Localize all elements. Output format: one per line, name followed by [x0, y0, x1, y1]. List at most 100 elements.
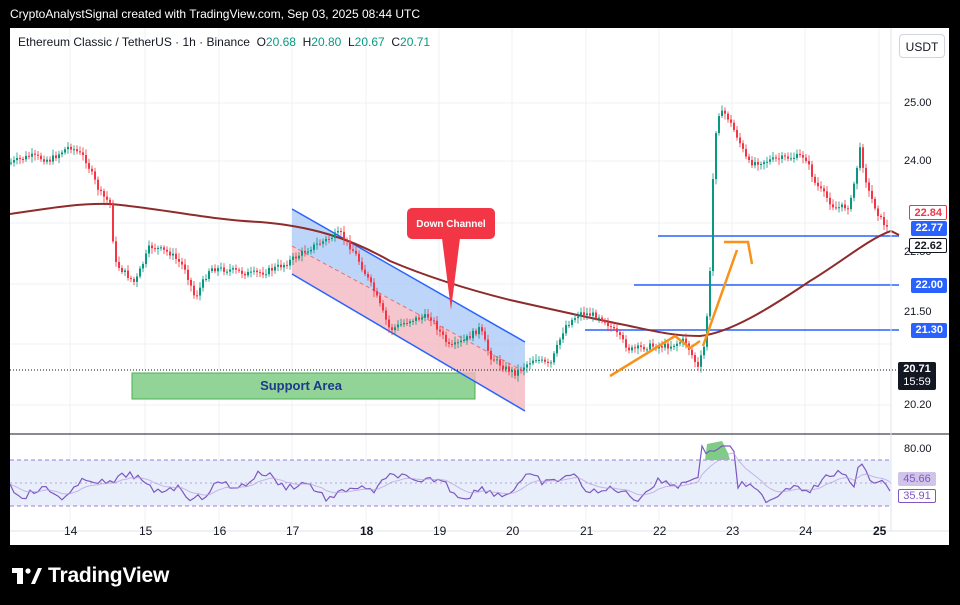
candle-body [226, 271, 228, 273]
candle-body [676, 343, 678, 346]
candle-body [448, 342, 450, 344]
candle-body [127, 270, 129, 278]
candle-body [256, 270, 258, 273]
candle-body [184, 264, 186, 270]
candle-body [514, 369, 516, 376]
candle-body [322, 241, 324, 244]
candle-body [319, 243, 321, 245]
candle-body [583, 312, 585, 316]
candle-body [430, 317, 432, 321]
candle-body [412, 320, 414, 322]
time-tick: 23 [726, 524, 740, 538]
candle-body [304, 250, 306, 253]
candle-body [307, 251, 309, 253]
candle-body [598, 317, 600, 319]
candle-body [325, 238, 327, 242]
support-area-label: Support Area [260, 378, 343, 393]
candle-body [679, 342, 681, 344]
candle-body [463, 339, 465, 341]
candle-body [499, 359, 501, 366]
time-tick: 24 [799, 524, 813, 538]
candle-body [544, 359, 546, 362]
candle-body [487, 339, 489, 351]
candle-body [247, 271, 249, 276]
tradingview-footer[interactable]: TradingView [12, 563, 169, 589]
candle-body [736, 129, 738, 138]
candle-body [229, 269, 231, 272]
candle-body [118, 261, 120, 268]
candle-body [805, 157, 807, 161]
candle-body [418, 317, 420, 320]
time-tick: 22 [653, 524, 667, 538]
candle-body [139, 268, 141, 277]
candle-body [730, 119, 732, 123]
candle-body [814, 176, 816, 183]
candle-body [673, 345, 675, 347]
candle-body [508, 366, 510, 372]
candle-body [664, 343, 666, 348]
candle-body [289, 259, 291, 266]
candle-body [724, 110, 726, 114]
candle-body [379, 295, 381, 304]
candle-body [367, 274, 369, 278]
candle-body [568, 324, 570, 326]
current-price-badge: 20.71 15:59 [898, 362, 936, 390]
time-tick: 21 [580, 524, 594, 538]
time-tick: 18 [360, 524, 374, 538]
candle-body [382, 303, 384, 311]
candle-body [52, 155, 54, 162]
candle-body [784, 155, 786, 157]
candle-body [643, 346, 645, 350]
channel-label: Down Channel [416, 219, 486, 230]
candle-body [361, 261, 363, 270]
candle-body [286, 264, 288, 266]
candle-body [697, 361, 699, 367]
candle-body [91, 168, 93, 172]
candle-body [469, 336, 471, 339]
candle-body [571, 319, 573, 325]
rsi-value-b: 35.91 [898, 489, 936, 503]
candle-body [652, 343, 654, 347]
symbol-info[interactable]: Ethereum Classic / TetherUS · 1h · Binan… [18, 35, 430, 49]
candle-body [523, 367, 525, 371]
candle-body [250, 271, 252, 273]
candle-body [859, 147, 861, 168]
candle-body [823, 188, 825, 192]
candle-body [208, 271, 210, 279]
chart-canvas[interactable]: Down Channel Support Area [10, 28, 949, 545]
candle-body [817, 182, 819, 187]
candle-body [715, 133, 717, 180]
candle-body [640, 345, 642, 347]
candle-body [103, 191, 105, 197]
candle-body [454, 342, 456, 345]
candle-body [613, 327, 615, 329]
time-axis[interactable]: 14 15 16 17 18 19 20 21 22 23 24 25 [10, 520, 891, 544]
level-label-22-00: 22.00 [911, 278, 947, 293]
candle-body [76, 149, 78, 152]
time-tick: 17 [286, 524, 300, 538]
candle-body [262, 272, 264, 275]
candle-body [115, 241, 117, 262]
candle-body [169, 251, 171, 256]
candle-body [559, 339, 561, 345]
candle-body [586, 313, 588, 316]
candle-body [130, 277, 132, 279]
candle-body [538, 359, 540, 361]
candle-body [313, 244, 315, 250]
candle-body [790, 158, 792, 160]
candle-body [34, 153, 36, 155]
candle-body [748, 156, 750, 161]
candle-body [88, 163, 90, 169]
candle-body [691, 349, 693, 356]
candle-body [589, 313, 591, 316]
candle-body [400, 324, 402, 326]
candle-body [754, 162, 756, 166]
candle-body [154, 248, 156, 250]
rsi-tick: 80.00 [904, 443, 932, 455]
candle-body [445, 334, 447, 343]
candle-body [529, 363, 531, 365]
chart-credit: CryptoAnalystSignal created with Trading… [10, 7, 421, 21]
candle-body [727, 113, 729, 120]
price-tick: 21.50 [904, 306, 932, 318]
candle-body [10, 162, 12, 164]
